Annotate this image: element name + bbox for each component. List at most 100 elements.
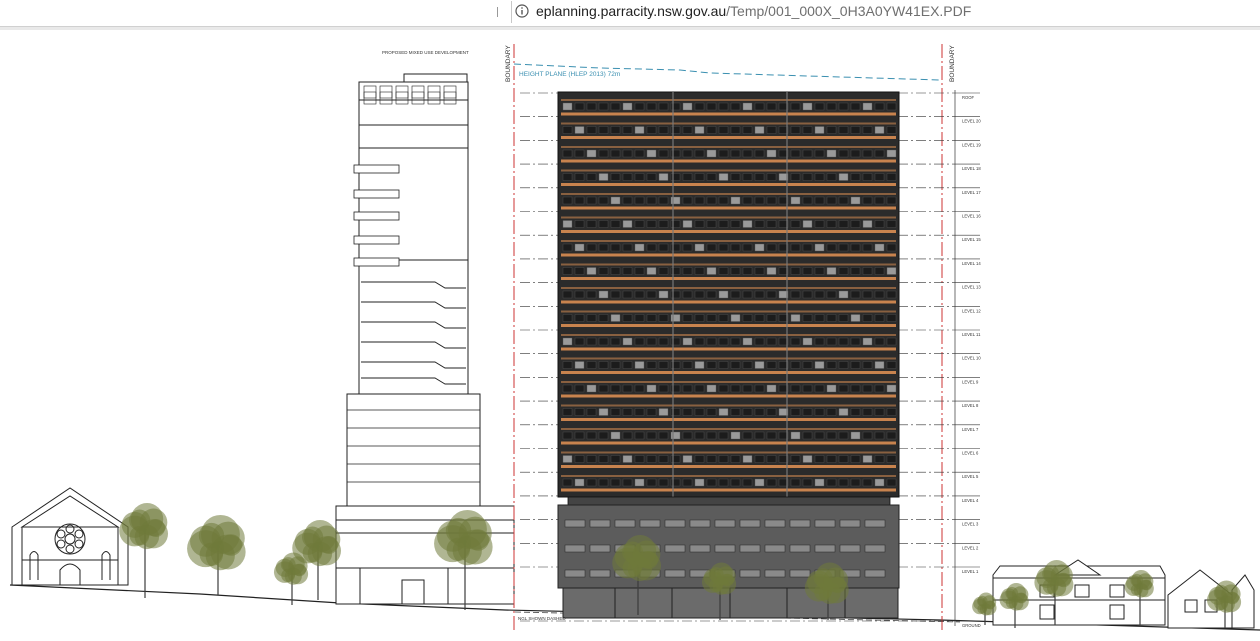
- podium-window: [739, 544, 761, 553]
- glazing-panel: [754, 314, 765, 322]
- glazing-panel: [718, 314, 729, 322]
- glazing-panel: [682, 455, 693, 463]
- glazing-panel: [742, 314, 753, 322]
- glazing-panel: [886, 126, 897, 134]
- glazing-panel: [634, 149, 645, 158]
- podium-window: [564, 544, 586, 553]
- glazing-panel: [646, 455, 657, 463]
- glazing-panel: [586, 267, 597, 275]
- level-label: LEVEL 16: [962, 214, 981, 219]
- glazing-panel: [586, 173, 597, 181]
- glazing-panel: [586, 455, 597, 463]
- glazing-panel: [574, 196, 585, 205]
- glazing-panel: [766, 290, 777, 299]
- glazing-panel: [850, 220, 861, 228]
- glazing-panel: [718, 149, 729, 158]
- glazing-panel: [610, 337, 621, 346]
- glazing-panel: [574, 290, 585, 299]
- balcony-stripe: [561, 394, 896, 398]
- glazing-panel: [634, 102, 645, 111]
- glazing-panel: [598, 126, 609, 134]
- glazing-panel: [814, 267, 825, 275]
- glazing-panel: [742, 220, 753, 228]
- glazing-panel: [562, 149, 573, 158]
- glazing-panel: [874, 455, 885, 463]
- glazing-panel: [586, 149, 597, 158]
- glazing-panel: [658, 314, 669, 322]
- glazing-panel: [814, 126, 825, 134]
- glazing-panel: [790, 173, 801, 181]
- glazing-panel: [802, 384, 813, 393]
- tree-foliage: [1011, 586, 1029, 603]
- glazing-panel: [742, 290, 753, 299]
- glazing-panel: [622, 267, 633, 275]
- glazing-panel: [730, 102, 741, 111]
- glazing-panel: [646, 267, 657, 275]
- glazing-panel: [730, 173, 741, 181]
- glazing-panel: [646, 173, 657, 181]
- glazing-panel: [634, 361, 645, 369]
- info-icon[interactable]: [515, 4, 529, 18]
- glazing-panel: [598, 314, 609, 322]
- glazing-panel: [670, 290, 681, 299]
- glazing-panel: [682, 126, 693, 134]
- boundary-label-left: BOUNDARY: [505, 45, 512, 82]
- glazing-panel: [742, 431, 753, 440]
- ngl-note: NGL SHOWN DASHED: [518, 616, 566, 621]
- glazing-panel: [802, 102, 813, 111]
- balcony-stripe-upper: [561, 310, 896, 313]
- glazing-panel: [802, 455, 813, 463]
- glazing-panel: [862, 173, 873, 181]
- glazing-panel: [682, 408, 693, 416]
- podium-window: [789, 544, 811, 553]
- glazing-panel: [742, 361, 753, 369]
- glazing-panel: [598, 196, 609, 205]
- glazing-panel: [838, 196, 849, 205]
- glazing-panel: [622, 243, 633, 252]
- glazing-panel: [646, 149, 657, 158]
- glazing-panel: [826, 196, 837, 205]
- glazing-panel: [766, 478, 777, 487]
- glazing-panel: [886, 290, 897, 299]
- glazing-panel: [562, 173, 573, 181]
- glazing-panel: [562, 408, 573, 416]
- glazing-panel: [598, 337, 609, 346]
- glazing-panel: [874, 173, 885, 181]
- glazing-panel: [646, 243, 657, 252]
- tab-strip-area: [0, 0, 505, 26]
- glazing-panel: [814, 173, 825, 181]
- glazing-panel: [826, 478, 837, 487]
- glazing-panel: [622, 478, 633, 487]
- glazing-panel: [658, 478, 669, 487]
- glazing-panel: [634, 126, 645, 134]
- glazing-panel: [886, 314, 897, 322]
- glazing-panel: [730, 243, 741, 252]
- glazing-panel: [790, 149, 801, 158]
- glazing-panel: [562, 102, 573, 111]
- balcony-stripe: [561, 253, 896, 257]
- glazing-panel: [730, 290, 741, 299]
- glazing-panel: [670, 384, 681, 393]
- balcony-stripe: [561, 136, 896, 139]
- glazing-panel: [706, 173, 717, 181]
- glazing-panel: [610, 220, 621, 228]
- glazing-panel: [838, 408, 849, 416]
- glazing-panel: [574, 149, 585, 158]
- podium-window: [664, 544, 686, 553]
- url-text[interactable]: eplanning.parracity.nsw.gov.au/Temp/001_…: [536, 3, 971, 20]
- podium-window: [639, 519, 661, 528]
- glazing-panel: [802, 478, 813, 487]
- podium-window: [564, 519, 586, 528]
- glazing-panel: [574, 384, 585, 393]
- glazing-panel: [658, 384, 669, 393]
- glazing-panel: [754, 431, 765, 440]
- glazing-panel: [706, 220, 717, 228]
- glazing-panel: [802, 314, 813, 322]
- glazing-panel: [790, 384, 801, 393]
- glazing-panel: [886, 196, 897, 205]
- glazing-panel: [598, 220, 609, 228]
- glazing-panel: [886, 220, 897, 228]
- glazing-panel: [754, 361, 765, 369]
- glazing-panel: [826, 126, 837, 134]
- level-label: LEVEL 9: [962, 379, 979, 384]
